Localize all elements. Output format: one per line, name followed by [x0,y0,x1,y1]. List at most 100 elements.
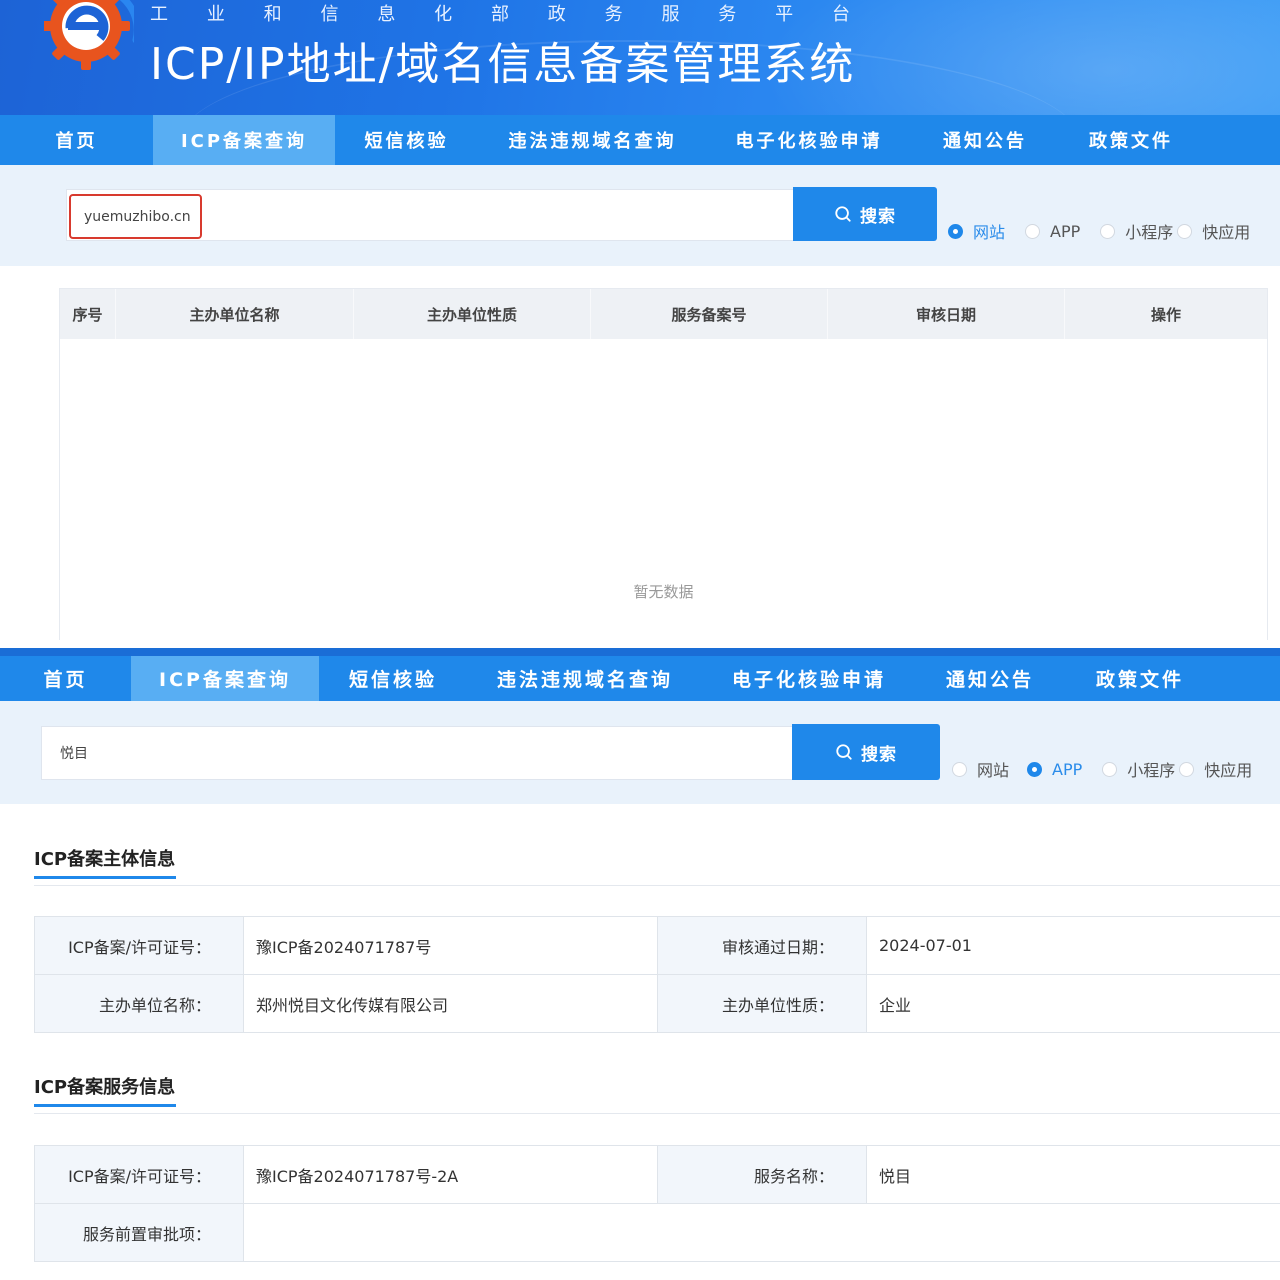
detail-value: 悦目 [867,1146,1280,1203]
detail-row: 主办单位名称： 郑州悦目文化传媒有限公司 主办单位性质： 企业 [35,975,1280,1033]
detail-label: 服务名称： [658,1146,867,1203]
radio-dot [1027,761,1043,777]
detail-value: 豫ICP备2024071787号 [244,917,658,974]
detail-value: 企业 [867,975,1280,1032]
subtitle-char: 化 [434,4,453,25]
radio-label: 网站 [973,223,1006,242]
radio-label: 小程序 [1127,761,1176,780]
search-icon [835,206,851,222]
radio-dot [1100,223,1116,239]
header-banner: 工 业 和 信 息 化 部 政 务 服 务 平 台 ICP/IP地址/域名信息备… [0,0,1280,116]
nav-notices[interactable]: 通知公告 [915,656,1065,701]
radio-dot [952,761,967,777]
detail-value: 2024-07-01 [867,917,1280,974]
nav-e-verify-apply[interactable]: 电子化核验申请 [707,115,911,165]
detail-label: 审核通过日期： [658,917,867,974]
subtitle-char: 工 [150,4,168,25]
detail-label: 主办单位性质： [658,975,867,1032]
nav-home[interactable]: 首页 [0,115,153,165]
service-info-title: ICP备案服务信息 [34,1077,176,1098]
nav-notices[interactable]: 通知公告 [911,115,1059,165]
search-button[interactable]: 搜索 [793,187,937,241]
search-button-label: 搜索 [861,744,897,765]
subtitle-char: 业 [206,4,225,25]
radio-mini-program[interactable]: 小程序 [1102,757,1175,781]
radio-dot [1025,223,1041,239]
radio-mini-program[interactable]: 小程序 [1100,219,1173,243]
detail-label: 服务前置审批项： [35,1204,244,1261]
platform-subtitle: 工 业 和 信 息 化 部 政 务 服 务 平 台 [150,0,850,25]
service-info-table: ICP备案/许可证号： 豫ICP备2024071787号-2A 服务名称： 悦目… [34,1145,1280,1262]
radio-quick-app[interactable]: 快应用 [1179,757,1252,781]
subtitle-char: 和 [263,4,282,25]
subject-info-table: ICP备案/许可证号： 豫ICP备2024071787号 审核通过日期： 202… [34,916,1280,1033]
radio-dot [1102,761,1118,777]
subtitle-char: 信 [320,4,339,25]
system-title: ICP/IP地址/域名信息备案管理系统 [150,39,856,90]
search-input-highlighted[interactable]: yuemuzhibo.cn [69,194,202,239]
detail-value: 郑州悦目文化传媒有限公司 [244,975,658,1032]
section-underline [34,1104,176,1107]
detail-label: ICP备案/许可证号： [35,917,244,974]
search-button[interactable]: 搜索 [792,724,940,780]
nav-e-verify-apply[interactable]: 电子化核验申请 [703,656,915,701]
detail-row: ICP备案/许可证号： 豫ICP备2024071787号 审核通过日期： 202… [35,917,1280,975]
subject-info-title: ICP备案主体信息 [34,849,176,870]
radio-dot [1179,761,1195,777]
radio-app[interactable]: APP [1025,222,1080,241]
detail-value: 豫ICP备2024071787号-2A [244,1146,658,1203]
detail-value [244,1204,1280,1261]
search-panel-second: 搜索 网站 APP 小程序 快应用 [0,701,1280,804]
subtitle-char: 部 [490,4,509,25]
nav-policy-docs[interactable]: 政策文件 [1065,656,1215,701]
section-divider [34,1113,1280,1114]
results-table-header: 序号 主办单位名称 主办单位性质 服务备案号 审核日期 操作 [60,289,1267,339]
radio-dot [948,223,963,239]
nav-illegal-domain-query[interactable]: 违法违规域名查询 [478,115,707,165]
radio-label: 快应用 [1202,223,1251,242]
col-organizer-name: 主办单位名称 [116,289,354,339]
search-type-group: 网站 APP 小程序 快应用 [948,219,1250,243]
miit-gear-logo-icon [44,0,134,70]
section-divider [34,885,1280,886]
col-audit-date: 审核日期 [828,289,1065,339]
radio-app[interactable]: APP [1027,760,1082,779]
subtitle-char: 台 [831,4,850,25]
nav-illegal-domain-query[interactable]: 违法违规域名查询 [467,656,703,701]
detail-label: 主办单位名称： [35,975,244,1032]
col-index: 序号 [60,289,116,339]
search-type-group: 网站 APP 小程序 快应用 [952,757,1252,781]
main-nav-second: 首页 ICP备案查询 短信核验 违法违规域名查询 电子化核验申请 通知公告 政策… [0,648,1280,701]
nav-sms-verify[interactable]: 短信核验 [319,656,467,701]
radio-website[interactable]: 网站 [948,219,1005,243]
section-underline [34,876,176,879]
subtitle-char: 务 [604,4,623,25]
radio-quick-app[interactable]: 快应用 [1177,219,1250,243]
subtitle-char: 政 [547,4,566,25]
nav-policy-docs[interactable]: 政策文件 [1059,115,1203,165]
detail-row: 服务前置审批项： [35,1204,1280,1262]
radio-dot [1177,223,1193,239]
radio-label: 小程序 [1125,223,1174,242]
radio-label: APP [1050,221,1081,241]
col-service-license: 服务备案号 [591,289,828,339]
search-input-value: yuemuzhibo.cn [84,208,191,225]
subtitle-char: 平 [775,4,794,25]
col-actions: 操作 [1150,305,1181,324]
radio-website[interactable]: 网站 [952,757,1009,781]
radio-label: 快应用 [1204,761,1253,780]
search-button-label: 搜索 [860,206,896,227]
subtitle-char: 务 [718,4,737,25]
nav-icp-query[interactable]: ICP备案查询 [153,115,335,165]
results-table: 序号 主办单位名称 主办单位性质 服务备案号 审核日期 操作 暂无数据 [59,288,1268,640]
nav-sms-verify[interactable]: 短信核验 [335,115,478,165]
radio-label: 网站 [977,761,1010,780]
nav-home[interactable]: 首页 [0,656,131,701]
radio-label: APP [1052,759,1083,779]
main-nav: 首页 ICP备案查询 短信核验 违法违规域名查询 电子化核验申请 通知公告 政策… [0,115,1280,165]
subtitle-char: 服 [661,4,680,25]
nav-icp-query[interactable]: ICP备案查询 [131,656,319,701]
detail-row: ICP备案/许可证号： 豫ICP备2024071787号-2A 服务名称： 悦目 [35,1146,1280,1204]
search-box [41,726,793,780]
search-input[interactable] [60,727,793,779]
